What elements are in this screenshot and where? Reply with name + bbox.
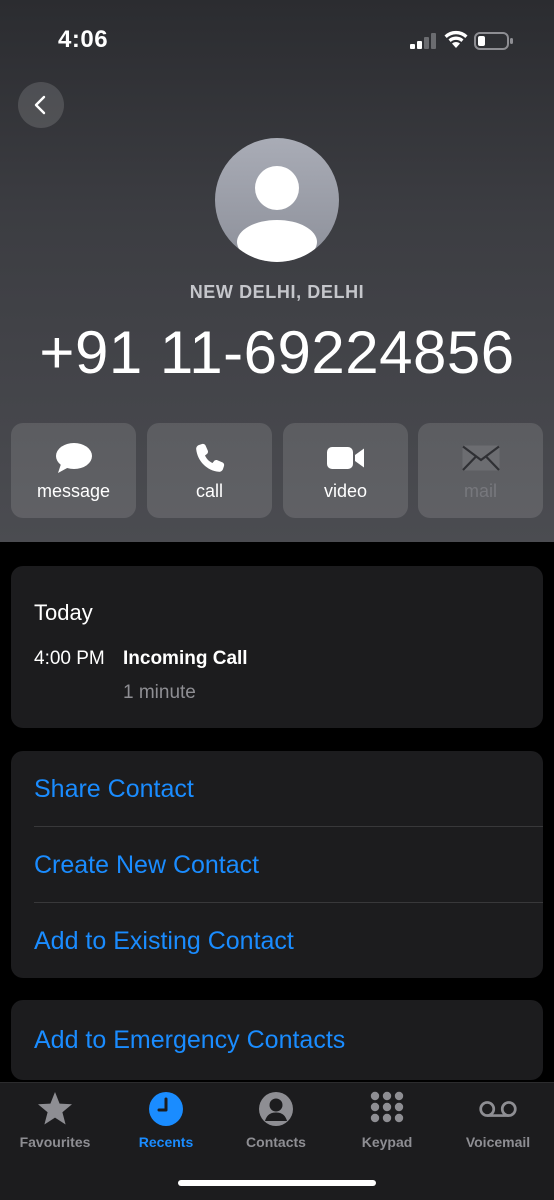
add-to-emergency-contacts-label: Add to Emergency Contacts: [34, 1026, 346, 1054]
contact-number: +91 11-69224856: [39, 319, 515, 386]
tab-contacts[interactable]: Contacts: [221, 1089, 331, 1159]
add-to-existing-contact-option[interactable]: Add to Existing Contact: [11, 903, 543, 978]
contact-header: 4:06 NEW DELHI, DELHI +91 11-69224856 me…: [0, 0, 554, 542]
voicemail-icon: [478, 1089, 518, 1129]
phone-icon: [190, 441, 230, 475]
tab-keypad[interactable]: Keypad: [332, 1089, 442, 1159]
video-button[interactable]: video: [283, 423, 408, 518]
tab-contacts-label: Contacts: [246, 1134, 306, 1150]
tab-favourites-label: Favourites: [19, 1134, 91, 1150]
call-history-day: Today: [34, 600, 93, 625]
share-contact-option[interactable]: Share Contact: [11, 751, 543, 826]
back-button[interactable]: [18, 82, 64, 128]
chevron-left-icon: [34, 95, 46, 115]
status-time: 4:06: [58, 26, 109, 53]
tab-voicemail-label: Voicemail: [465, 1134, 531, 1150]
emergency-card: Add to Emergency Contacts: [11, 1000, 543, 1080]
status-bar: 4:06: [0, 0, 554, 80]
contact-options-card: Share Contact Create New Contact Add to …: [11, 751, 543, 978]
message-button[interactable]: message: [11, 423, 136, 518]
tab-recents[interactable]: Recents: [111, 1089, 221, 1159]
call-type: Incoming Call: [123, 648, 248, 669]
call-history-card: Today 4:00 PM Incoming Call 1 minute: [11, 566, 543, 728]
person-circle-icon: [256, 1089, 296, 1129]
battery-icon: [474, 32, 513, 50]
avatar: [215, 138, 339, 262]
clock-icon: [146, 1089, 186, 1129]
add-to-emergency-contacts-option[interactable]: Add to Emergency Contacts: [11, 1002, 543, 1077]
star-icon: [35, 1089, 75, 1129]
tab-keypad-label: Keypad: [361, 1134, 413, 1150]
cellular-signal-icon: [410, 33, 436, 49]
call-duration: 1 minute: [123, 682, 196, 703]
share-contact-label: Share Contact: [34, 775, 194, 803]
contact-actions: message call video mail: [11, 423, 543, 518]
person-silhouette-icon: [237, 166, 317, 262]
call-time: 4:00 PM: [34, 648, 105, 669]
home-indicator: [178, 1180, 376, 1186]
create-new-contact-option[interactable]: Create New Contact: [11, 827, 543, 902]
keypad-icon: [367, 1089, 407, 1129]
add-to-existing-contact-label: Add to Existing Contact: [34, 927, 294, 955]
message-bubble-icon: [54, 441, 94, 475]
contact-location: NEW DELHI, DELHI: [189, 282, 365, 302]
tab-recents-label: Recents: [138, 1134, 194, 1150]
video-camera-icon: [326, 441, 366, 475]
video-label: video: [323, 481, 368, 501]
envelope-icon: [461, 441, 501, 475]
wifi-icon: [444, 30, 468, 48]
mail-label: mail: [463, 481, 497, 501]
message-label: message: [36, 481, 111, 501]
create-new-contact-label: Create New Contact: [34, 851, 260, 879]
call-label: call: [195, 481, 223, 501]
tab-voicemail[interactable]: Voicemail: [443, 1089, 553, 1159]
tab-favourites[interactable]: Favourites: [0, 1089, 110, 1159]
call-button[interactable]: call: [147, 423, 272, 518]
mail-button[interactable]: mail: [418, 423, 543, 518]
